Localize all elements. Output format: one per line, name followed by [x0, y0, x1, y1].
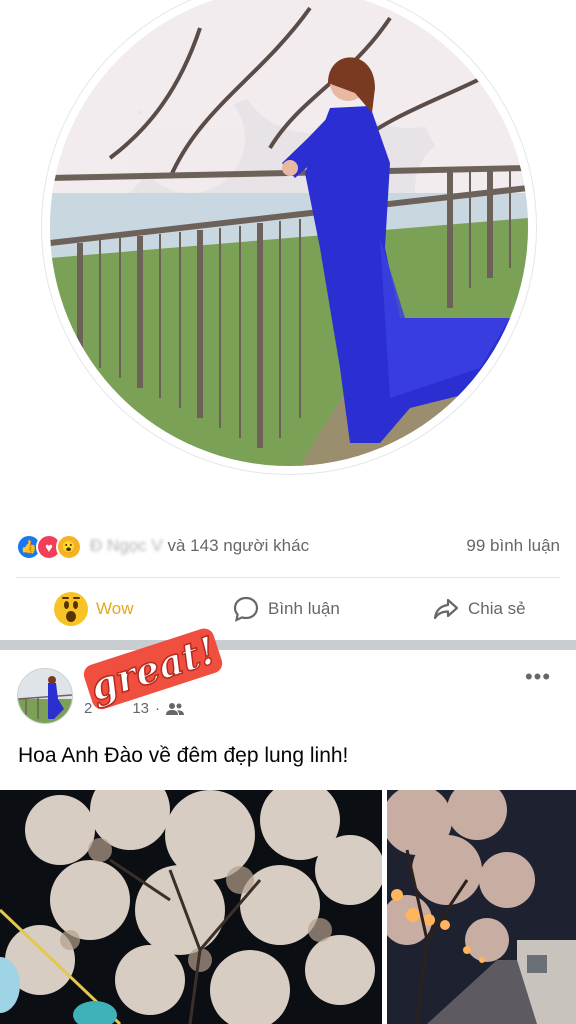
share-icon — [433, 598, 459, 620]
post-image-2[interactable] — [387, 790, 576, 1024]
reaction-icons: 👍 ♥ 😮 — [16, 534, 88, 560]
comment-button[interactable]: Bình luận — [232, 584, 340, 634]
post-date-tail[interactable]: 13 — [132, 700, 149, 717]
more-options-button[interactable]: ••• — [518, 666, 558, 692]
profile-photo[interactable] — [50, 0, 528, 466]
share-label: Chia sẻ — [468, 599, 526, 618]
post-image-1[interactable] — [0, 790, 382, 1024]
reaction-names: Đ Ngọc V và 143 người khác — [90, 536, 309, 556]
comment-count[interactable]: 99 bình luận — [466, 536, 560, 556]
comment-icon — [233, 596, 259, 622]
friends-icon — [166, 702, 185, 715]
reaction-names-blurred: Đ Ngọc V — [90, 536, 163, 555]
author-avatar[interactable] — [17, 668, 73, 724]
divider — [16, 577, 560, 578]
post-meta: 2 13 · — [84, 700, 185, 717]
post-text: Hoa Anh Đào về đêm đẹp lung linh! — [18, 744, 349, 767]
sticker-text: great! — [84, 627, 221, 710]
share-button[interactable]: Chia sẻ — [432, 584, 526, 634]
reaction-others-count: và 143 người khác — [167, 536, 310, 555]
reaction-summary[interactable]: 👍 ♥ 😮 Đ Ngọc V và 143 người khác 99 bình… — [16, 530, 560, 562]
comment-label: Bình luận — [268, 599, 340, 618]
post-date[interactable]: 2 — [84, 700, 92, 717]
wow-icon: 😮 — [56, 534, 82, 560]
